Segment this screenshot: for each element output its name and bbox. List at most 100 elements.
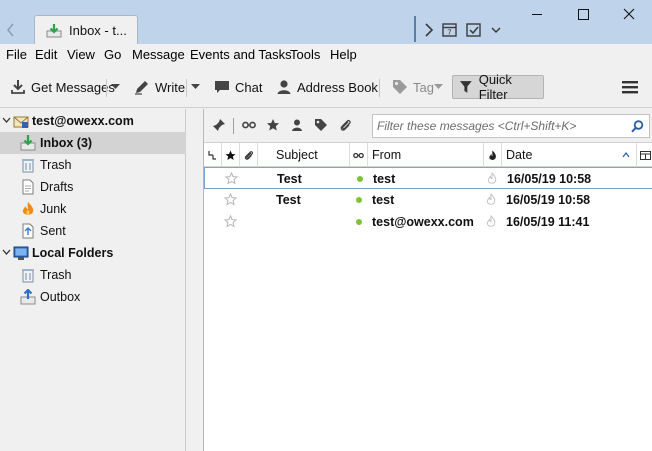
chat-label: Chat	[235, 79, 263, 95]
download-icon	[11, 80, 25, 94]
menu-go[interactable]: Go	[104, 47, 121, 62]
tag-filter-icon[interactable]	[314, 118, 328, 132]
quick-filter-bar	[204, 109, 652, 143]
close-icon[interactable]	[606, 0, 652, 30]
toolbar-divider	[106, 79, 107, 97]
app-menu-icon[interactable]	[622, 80, 638, 94]
tab-scroll-left-icon[interactable]	[4, 20, 18, 40]
pencil-icon	[135, 81, 148, 95]
write-button[interactable]: Write	[134, 77, 185, 97]
read-status-column[interactable]	[350, 143, 368, 167]
menu-events-and-tasks[interactable]: Events and Tasks	[190, 47, 292, 62]
tab-inbox[interactable]: Inbox - t...	[34, 15, 138, 45]
calendar-icon[interactable]: 7	[441, 20, 459, 40]
get-messages-button[interactable]: Get Messages	[10, 77, 115, 97]
minimize-icon[interactable]	[514, 0, 560, 30]
write-label: Write	[155, 79, 186, 95]
folder-trash[interactable]: Trash	[0, 154, 186, 176]
toolbar-divider	[186, 79, 187, 97]
folder-inbox[interactable]: Inbox (3)	[0, 132, 186, 154]
search-icon[interactable]	[631, 120, 644, 133]
junk-status-icon[interactable]	[485, 193, 497, 206]
message-date: 16/05/19 10:58	[507, 172, 592, 186]
folder-sent[interactable]: Sent	[0, 220, 186, 242]
from-column-label: From	[372, 148, 402, 162]
local-folders-label: Local Folders	[32, 246, 114, 260]
attachment-column[interactable]	[240, 143, 258, 167]
folder-junk[interactable]: Junk	[0, 198, 186, 220]
tab-scroll-right-icon[interactable]	[420, 20, 438, 40]
message-row[interactable]: test@owexx.com 16/05/19 11:41	[204, 211, 652, 233]
contact-filter-icon[interactable]	[290, 118, 304, 132]
column-header-row: Subject From Date	[204, 143, 652, 167]
junk-status-icon[interactable]	[485, 215, 497, 228]
message-pane: Subject From Date	[203, 109, 652, 451]
tag-button[interactable]: Tag	[392, 77, 434, 97]
attachment-filter-icon[interactable]	[338, 118, 352, 132]
column-picker-icon	[639, 150, 651, 160]
star-outline-icon[interactable]	[224, 193, 237, 206]
menu-help[interactable]: Help	[330, 47, 357, 62]
pin-icon[interactable]	[212, 118, 226, 132]
tasks-icon[interactable]	[465, 20, 483, 40]
chat-button[interactable]: Chat	[214, 77, 262, 97]
thread-column[interactable]	[204, 143, 222, 167]
message-subject: Test	[277, 172, 302, 186]
menu-tools[interactable]: Tools	[290, 47, 320, 62]
computer-icon	[13, 246, 29, 260]
tag-dropdown-icon[interactable]	[434, 84, 443, 90]
address-book-button[interactable]: Address Book	[276, 77, 378, 97]
menu-message[interactable]: Message	[132, 47, 185, 62]
junk-status-column[interactable]	[484, 143, 502, 167]
unread-dot-icon[interactable]	[357, 176, 363, 182]
junk-status-icon[interactable]	[486, 172, 498, 185]
write-dropdown-icon[interactable]	[191, 84, 200, 90]
chevron-down-icon[interactable]	[487, 20, 505, 40]
subject-column[interactable]: Subject	[258, 143, 350, 167]
chat-bubble-icon	[215, 81, 229, 93]
menu-bar: File Edit View Go Message Events and Tas…	[0, 44, 652, 66]
address-book-label: Address Book	[297, 79, 378, 95]
quick-filter-button[interactable]: Quick Filter	[452, 72, 544, 102]
menu-view[interactable]: View	[67, 47, 95, 62]
sent-icon	[22, 223, 34, 239]
chevron-down-icon[interactable]	[2, 117, 11, 124]
maximize-icon[interactable]	[560, 0, 606, 30]
message-from: test	[373, 172, 396, 186]
message-row[interactable]: Test test 16/05/19 10:58	[204, 167, 652, 189]
drafts-label: Drafts	[40, 180, 74, 194]
starred-filter-icon[interactable]	[266, 118, 280, 132]
get-messages-dropdown-icon[interactable]	[111, 84, 120, 90]
folder-outbox[interactable]: Outbox	[0, 286, 186, 308]
filter-search-input[interactable]	[377, 118, 625, 134]
column-picker[interactable]	[637, 143, 652, 167]
star-outline-icon[interactable]	[224, 215, 237, 228]
star-outline-icon[interactable]	[225, 172, 238, 185]
inbox-label: Inbox (3)	[40, 136, 93, 150]
attachment-icon	[244, 150, 253, 160]
unread-filter-icon[interactable]	[242, 118, 256, 132]
chevron-down-icon[interactable]	[2, 249, 11, 256]
message-from: test@owexx.com	[372, 215, 474, 229]
unread-dot-icon[interactable]	[356, 219, 362, 225]
filter-search-box[interactable]	[372, 114, 650, 138]
unread-dot-icon[interactable]	[356, 197, 362, 203]
starred-column[interactable]	[222, 143, 240, 167]
date-column[interactable]: Date	[502, 143, 637, 167]
menu-file[interactable]: File	[6, 47, 27, 62]
main-toolbar: Get Messages Write Chat Address Book Tag	[0, 66, 652, 108]
inbox-icon	[46, 24, 62, 38]
tab-title: Inbox - t...	[69, 23, 127, 38]
message-row[interactable]: Test test 16/05/19 10:58	[204, 189, 652, 211]
folder-local-trash[interactable]: Trash	[0, 264, 186, 286]
inbox-icon	[20, 135, 36, 151]
folder-drafts[interactable]: Drafts	[0, 176, 186, 198]
folder-local-folders[interactable]: Local Folders	[0, 242, 186, 264]
folder-account[interactable]: test@owexx.com	[0, 110, 186, 132]
menu-edit[interactable]: Edit	[35, 47, 57, 62]
from-column[interactable]: From	[368, 143, 484, 167]
svg-text:7: 7	[447, 29, 451, 37]
account-mail-icon	[13, 116, 29, 128]
account-name: test@owexx.com	[32, 114, 134, 128]
outbox-icon	[20, 289, 36, 305]
